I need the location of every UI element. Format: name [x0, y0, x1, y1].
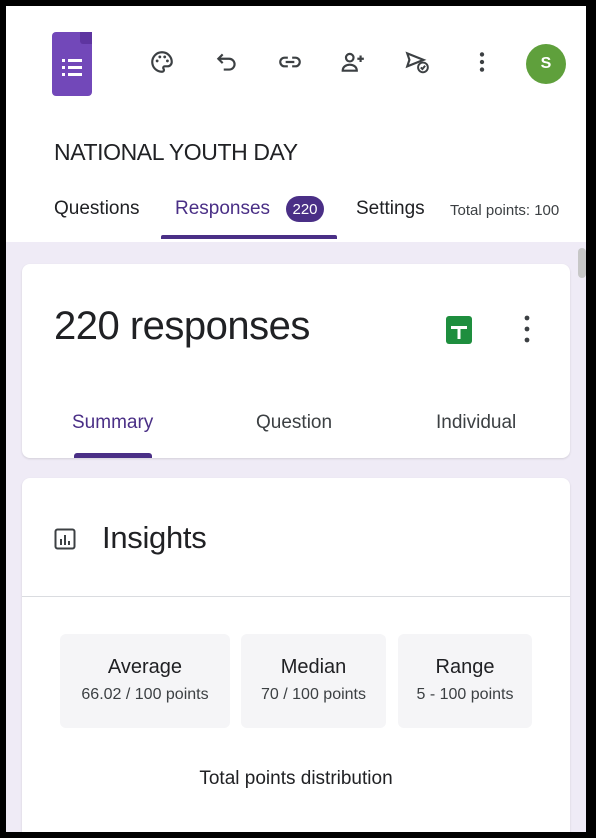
link-icon[interactable] — [274, 46, 306, 78]
stat-range: Range 5 - 100 points — [398, 634, 532, 728]
active-tab-indicator — [161, 235, 337, 239]
google-sheets-icon[interactable] — [446, 316, 472, 344]
responses-summary-card: 220 responses Summary Question Individua… — [22, 264, 570, 458]
stat-median: Median 70 / 100 points — [241, 634, 386, 728]
responses-count-heading: 220 responses — [54, 304, 310, 348]
google-forms-logo-icon[interactable] — [52, 32, 92, 96]
stat-value: 70 / 100 points — [261, 686, 366, 703]
app-frame: S NATIONAL YOUTH DAY Questions Responses… — [6, 6, 586, 832]
responses-count-badge: 220 — [286, 196, 324, 222]
stat-average: Average 66.02 / 100 points — [60, 634, 230, 728]
more-options-icon[interactable] — [518, 312, 536, 346]
stat-value: 5 - 100 points — [416, 686, 514, 703]
scrollbar-thumb[interactable] — [578, 248, 586, 278]
top-toolbar: S — [6, 6, 586, 130]
add-collaborator-icon[interactable] — [337, 46, 369, 78]
subtab-question[interactable]: Question — [256, 412, 332, 434]
form-tabs: Questions Responses 220 Settings Total p… — [6, 192, 586, 242]
stat-label: Median — [280, 656, 347, 678]
insights-title: Insights — [102, 520, 207, 555]
palette-icon[interactable] — [146, 46, 178, 78]
insights-chart-icon — [54, 528, 76, 550]
account-avatar[interactable]: S — [526, 44, 566, 84]
active-subtab-indicator — [74, 453, 152, 458]
responses-content: 220 responses Summary Question Individua… — [6, 242, 586, 832]
stat-label: Average — [107, 656, 183, 678]
subtab-individual[interactable]: Individual — [436, 412, 516, 434]
stat-label: Range — [435, 656, 495, 678]
insights-divider — [22, 596, 570, 597]
scrollbar[interactable] — [578, 242, 586, 832]
tab-settings[interactable]: Settings — [356, 198, 425, 220]
more-vert-icon[interactable] — [466, 46, 498, 78]
distribution-title: Total points distribution — [199, 768, 393, 789]
send-icon[interactable] — [401, 46, 433, 78]
insights-card: Insights Average 66.02 / 100 points Medi… — [22, 478, 570, 832]
tab-questions[interactable]: Questions — [54, 198, 140, 220]
tab-responses[interactable]: Responses — [175, 198, 270, 220]
undo-icon[interactable] — [211, 46, 243, 78]
subtab-summary[interactable]: Summary — [72, 412, 153, 434]
form-title: NATIONAL YOUTH DAY — [54, 139, 298, 165]
total-points-label: Total points: 100 — [450, 202, 560, 219]
stat-value: 66.02 / 100 points — [81, 686, 209, 703]
